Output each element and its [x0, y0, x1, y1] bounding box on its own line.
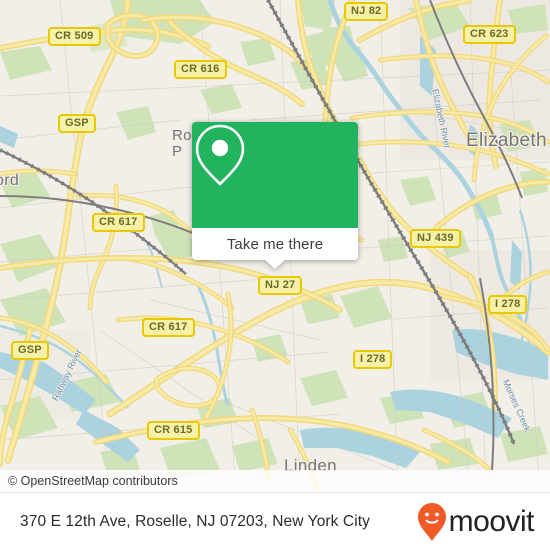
road-shield-gsp-top[interactable]: GSP [58, 114, 96, 133]
card-pointer-tail [264, 259, 286, 269]
place-label-roselle-park-line1: Ro [172, 127, 192, 144]
card-cta-area[interactable]: Take me there [192, 228, 358, 269]
address-text: 370 E 12th Ave, Roselle, NJ 07203, New Y… [20, 512, 371, 530]
road-shield-i-278-right[interactable]: I 278 [488, 295, 528, 314]
road-shield-cr-509[interactable]: CR 509 [48, 27, 101, 46]
moovit-map-share-card: .park { fill:#cfe3b8; } .park2 { fill:#d… [0, 0, 550, 550]
footer-bar: 370 E 12th Ave, Roselle, NJ 07203, New Y… [0, 492, 550, 550]
road-shield-cr-615[interactable]: CR 615 [147, 421, 200, 440]
road-shield-i-278-center[interactable]: I 278 [353, 350, 393, 369]
map-canvas[interactable]: .park { fill:#cfe3b8; } .park2 { fill:#d… [0, 0, 550, 492]
road-shield-gsp-bottom[interactable]: GSP [11, 341, 49, 360]
moovit-wordmark: moovit [448, 504, 535, 538]
destination-popup-card[interactable]: Take me there [192, 122, 358, 269]
road-shield-cr-617-upper[interactable]: CR 617 [92, 213, 145, 232]
take-me-there-label: Take me there [226, 235, 324, 253]
place-label-roselle-park-line2: P [172, 143, 183, 160]
road-shield-nj-27[interactable]: NJ 27 [258, 276, 303, 295]
osm-attribution-text[interactable]: © OpenStreetMap contributors [0, 474, 178, 488]
road-shield-nj-439[interactable]: NJ 439 [410, 229, 461, 248]
map-attribution-bar: © OpenStreetMap contributors [0, 470, 550, 492]
place-label-cranford: ord [0, 172, 20, 189]
moovit-brand[interactable]: moovit [417, 502, 550, 542]
road-shield-cr-617-lower[interactable]: CR 617 [142, 318, 195, 337]
place-label-elizabeth: Elizabeth [466, 130, 547, 151]
map-pin-icon [195, 124, 245, 186]
moovit-pin-smiley-icon [417, 502, 446, 541]
road-shield-cr-616[interactable]: CR 616 [174, 60, 227, 79]
road-shield-cr-623[interactable]: CR 623 [463, 25, 516, 44]
card-pin-area [192, 122, 358, 228]
road-shield-nj-82[interactable]: NJ 82 [344, 2, 389, 21]
